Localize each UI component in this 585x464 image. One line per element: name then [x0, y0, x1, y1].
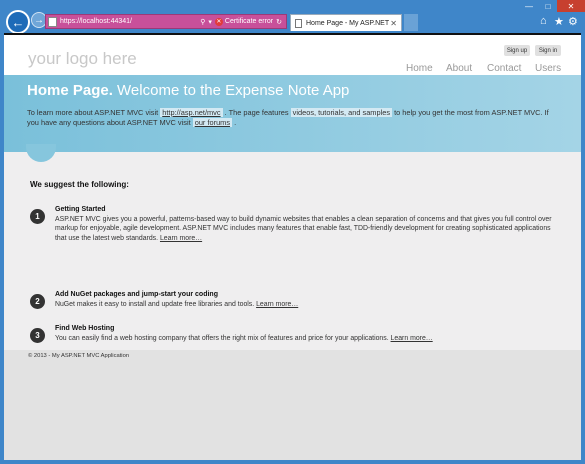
favorites-star-icon[interactable]: ★	[554, 15, 564, 28]
sign-up-link[interactable]: Sign up	[504, 45, 530, 56]
gear-icon[interactable]: ⚙	[568, 15, 578, 28]
back-button[interactable]: ←	[6, 10, 30, 34]
step-description: ASP.NET MVC gives you a powerful, patter…	[55, 215, 560, 243]
step-title: Getting Started	[55, 206, 106, 213]
step-description: You can easily find a web hosting compan…	[55, 334, 560, 343]
nav-home[interactable]: Home	[406, 63, 433, 74]
featured-text-part: .	[232, 118, 237, 127]
learn-more-link[interactable]: Learn more…	[256, 301, 298, 308]
chevron-down-icon[interactable]: ▾	[208, 18, 212, 26]
search-icon[interactable]: ⚲	[200, 18, 205, 26]
page-title-subtitle: Welcome to the Expense Note App	[112, 82, 350, 99]
step-title: Add NuGet packages and jump-start your c…	[55, 291, 218, 298]
url-text[interactable]: https://localhost:44341/	[60, 18, 132, 25]
site-logo[interactable]: your logo here	[28, 49, 137, 69]
tab-label: Home Page - My ASP.NET ...	[306, 19, 391, 27]
page-viewport: your logo here Sign up Sign in Home Abou…	[4, 33, 581, 460]
tab-home-page[interactable]: Home Page - My ASP.NET ... ✕	[290, 14, 402, 31]
home-icon[interactable]: ⌂	[540, 15, 547, 27]
forward-arrow-icon: →	[34, 14, 44, 26]
nav-about[interactable]: About	[446, 63, 472, 74]
suggest-heading: We suggest the following:	[30, 180, 129, 189]
certificate-error-label[interactable]: Certificate error	[225, 18, 273, 25]
back-arrow-icon: ←	[11, 14, 25, 30]
featured-text: To learn more about ASP.NET MVC visit ht…	[27, 108, 557, 128]
nav-users[interactable]: Users	[535, 63, 561, 74]
featured-text-part: . The page features	[222, 108, 291, 117]
maximize-button[interactable]: □	[539, 0, 557, 12]
site-header: your logo here Sign up Sign in Home Abou…	[4, 33, 581, 75]
step-description-text: You can easily find a web hosting compan…	[55, 335, 391, 342]
main-content: We suggest the following: 1 Getting Star…	[4, 152, 581, 350]
site-footer: © 2013 - My ASP.NET MVC Application	[4, 350, 581, 460]
page-title-bold: Home Page.	[27, 82, 113, 99]
step-description: NuGet makes it easy to install and updat…	[55, 300, 560, 309]
close-tab-icon[interactable]: ✕	[390, 19, 397, 28]
step-number-badge: 1	[30, 209, 45, 224]
sign-in-link[interactable]: Sign in	[535, 45, 561, 56]
step-description-text: ASP.NET MVC gives you a powerful, patter…	[55, 216, 552, 242]
page-icon	[295, 18, 302, 28]
refresh-icon[interactable]: ↻	[276, 18, 282, 26]
page-title: Home Page. Welcome to the Expense Note A…	[27, 82, 349, 99]
step-number-badge: 2	[30, 294, 45, 309]
browser-toolbar: ← → https://localhost:44341/ ⚲ ▾ ✕ Certi…	[0, 0, 585, 34]
nav-contact[interactable]: Contact	[487, 63, 521, 74]
copyright-text: © 2013 - My ASP.NET MVC Application	[28, 353, 130, 359]
page-icon	[48, 16, 57, 27]
step-description-text: NuGet makes it easy to install and updat…	[55, 301, 257, 308]
certificate-error-icon[interactable]: ✕	[214, 17, 223, 26]
asp-net-mvc-link[interactable]: http://asp.net/mvc	[160, 108, 223, 117]
step-title: Find Web Hosting	[55, 325, 115, 332]
address-bar[interactable]: https://localhost:44341/ ⚲ ▾ ✕ Certifica…	[45, 14, 287, 29]
new-tab-button[interactable]	[404, 14, 418, 31]
browser-window: ← → https://localhost:44341/ ⚲ ▾ ✕ Certi…	[0, 0, 585, 464]
videos-tutorials-samples-link[interactable]: videos, tutorials, and samples	[290, 108, 393, 117]
minimize-button[interactable]: —	[519, 0, 539, 12]
learn-more-link[interactable]: Learn more…	[160, 235, 202, 242]
forums-link[interactable]: our forums	[192, 118, 233, 127]
featured-text-part: To learn more about ASP.NET MVC visit	[27, 108, 161, 117]
featured-banner: Home Page. Welcome to the Expense Note A…	[4, 75, 581, 152]
step-number-badge: 3	[30, 328, 45, 343]
close-window-button[interactable]: ✕	[557, 0, 585, 12]
learn-more-link[interactable]: Learn more…	[391, 335, 433, 342]
